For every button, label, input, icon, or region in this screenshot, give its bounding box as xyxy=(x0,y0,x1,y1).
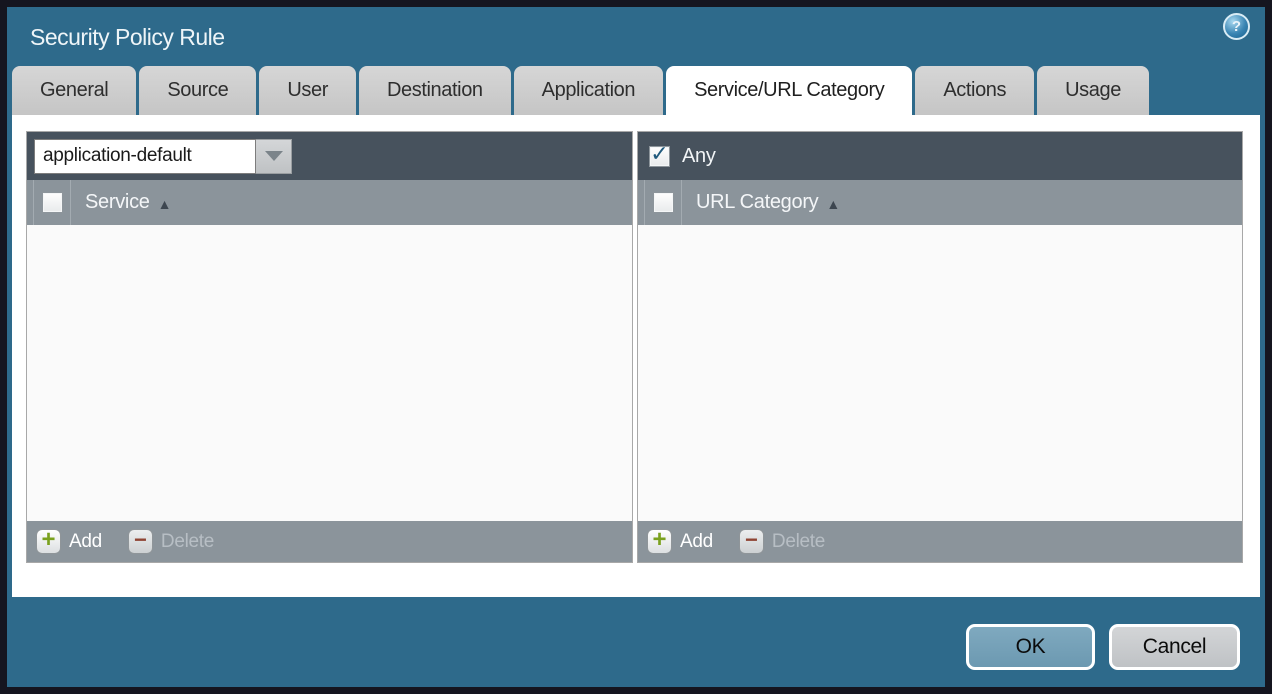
service-column-header[interactable]: Service xyxy=(85,191,150,214)
chevron-down-icon xyxy=(265,151,283,161)
checkmark-icon: ✓ xyxy=(650,143,668,165)
tab-bar: General Source User Destination Applicat… xyxy=(7,66,1265,115)
service-select-all-cell xyxy=(33,180,71,225)
url-category-panel-topbar: ✓ Any xyxy=(638,132,1242,180)
delete-icon: − xyxy=(739,529,764,554)
add-service-label: Add xyxy=(69,531,102,553)
dialog-footer: OK Cancel xyxy=(966,624,1240,670)
tab-usage[interactable]: Usage xyxy=(1037,66,1149,115)
tab-content: Service ▲ + Add − Delete xyxy=(12,115,1260,597)
minus-glyph: − xyxy=(134,529,147,551)
service-table-header: Service ▲ xyxy=(27,180,632,225)
service-type-input[interactable] xyxy=(34,139,256,174)
service-panel-footer: + Add − Delete xyxy=(27,521,632,562)
service-table-body[interactable] xyxy=(27,225,632,521)
url-category-select-all-checkbox[interactable] xyxy=(653,192,674,213)
url-category-table-header: URL Category ▲ xyxy=(638,180,1242,225)
plus-glyph: + xyxy=(41,528,55,552)
security-policy-rule-dialog: Security Policy Rule ? General Source Us… xyxy=(0,0,1272,694)
service-type-dropdown-button[interactable] xyxy=(256,139,292,174)
any-row: ✓ Any xyxy=(645,145,716,168)
url-category-panel-footer: + Add − Delete xyxy=(638,521,1242,562)
cancel-button[interactable]: Cancel xyxy=(1109,624,1240,670)
help-icon[interactable]: ? xyxy=(1223,13,1250,40)
sort-ascending-icon[interactable]: ▲ xyxy=(826,194,840,212)
delete-service-button: − Delete xyxy=(128,529,214,554)
delete-url-category-button: − Delete xyxy=(739,529,825,554)
add-icon: + xyxy=(647,529,672,554)
url-category-table-body[interactable] xyxy=(638,225,1242,521)
any-label: Any xyxy=(682,145,716,168)
plus-glyph: + xyxy=(652,528,666,552)
add-url-category-label: Add xyxy=(680,531,713,553)
title-bar: Security Policy Rule ? xyxy=(7,7,1265,66)
tab-destination[interactable]: Destination xyxy=(359,66,511,115)
any-checkbox[interactable]: ✓ xyxy=(649,146,670,167)
dialog-title: Security Policy Rule xyxy=(7,22,225,51)
service-panel-topbar xyxy=(27,132,632,180)
add-url-category-button[interactable]: + Add xyxy=(647,529,713,554)
tab-general[interactable]: General xyxy=(12,66,136,115)
tab-application[interactable]: Application xyxy=(514,66,663,115)
url-category-select-all-cell xyxy=(644,180,682,225)
delete-icon: − xyxy=(128,529,153,554)
help-icon-glyph: ? xyxy=(1232,19,1241,34)
url-category-column-header[interactable]: URL Category xyxy=(696,191,818,214)
tab-actions[interactable]: Actions xyxy=(915,66,1034,115)
service-select-all-checkbox[interactable] xyxy=(42,192,63,213)
ok-button[interactable]: OK xyxy=(966,624,1095,670)
url-category-panel: ✓ Any URL Category ▲ + Add xyxy=(637,131,1243,563)
tab-user[interactable]: User xyxy=(259,66,356,115)
delete-service-label: Delete xyxy=(161,531,214,553)
add-icon: + xyxy=(36,529,61,554)
tab-service-url-category[interactable]: Service/URL Category xyxy=(666,66,912,115)
tab-source[interactable]: Source xyxy=(139,66,256,115)
delete-url-category-label: Delete xyxy=(772,531,825,553)
service-panel: Service ▲ + Add − Delete xyxy=(26,131,633,563)
sort-ascending-icon[interactable]: ▲ xyxy=(158,194,172,212)
add-service-button[interactable]: + Add xyxy=(36,529,102,554)
service-type-dropdown[interactable] xyxy=(34,139,292,174)
minus-glyph: − xyxy=(745,529,758,551)
